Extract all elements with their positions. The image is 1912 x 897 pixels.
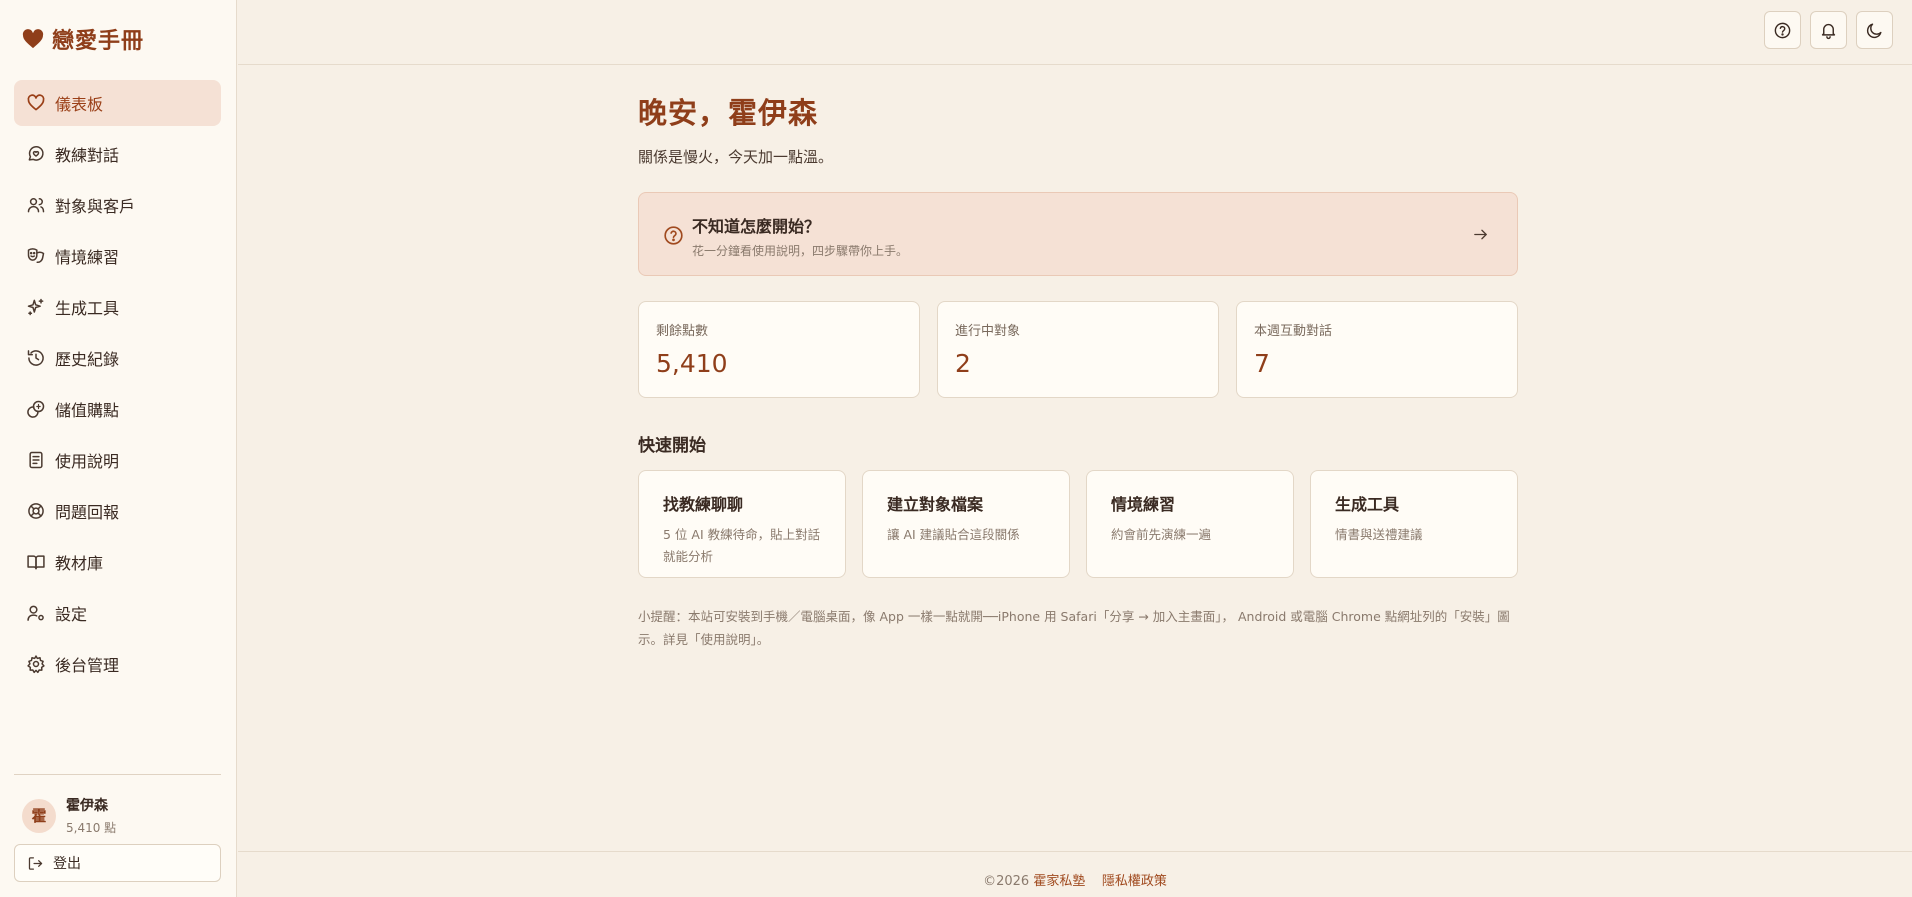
sidebar-item-label: 儀表板: [55, 95, 104, 114]
quick-card-scenario-practice[interactable]: 情境練習 約會前先演練一遍: [1086, 470, 1294, 578]
arrow-right-icon: [1474, 229, 1487, 240]
quick-start-title: 快速開始: [638, 436, 706, 456]
footer-divider: [238, 851, 1912, 852]
document-icon: [29, 451, 43, 469]
sidebar-item-label: 使用說明: [55, 452, 120, 471]
chat-heart-icon: [28, 146, 44, 161]
quick-card-title: 找教練聊聊: [663, 495, 744, 514]
gear-icon: [27, 655, 45, 674]
drama-masks-icon: [27, 248, 45, 264]
stat-card-weekly-chats: 本週互動對話 7: [1236, 301, 1518, 398]
sidebar-item-generator-tools[interactable]: 生成工具: [14, 284, 221, 330]
sidebar-item-label: 教材庫: [55, 554, 104, 573]
stats-row: 剩餘點數 5,410 進行中對象 2 本週互動對話 7: [638, 301, 1518, 398]
page-subtitle: 關係是慢火，今天加一點溫。: [638, 148, 834, 166]
sidebar-item-label: 設定: [55, 605, 88, 624]
avatar: 霍: [22, 798, 56, 833]
sidebar-item-label: 歷史紀錄: [55, 350, 120, 369]
footer-privacy-link[interactable]: 隱私權政策: [1102, 874, 1167, 889]
footer-school-link[interactable]: 霍家私塾: [1033, 874, 1085, 889]
stat-label: 剩餘點數: [656, 324, 709, 339]
topbar: [238, 0, 1912, 65]
help-button[interactable]: [1764, 11, 1801, 49]
quick-card-desc: 讓 AI 建議貼合這段關係: [887, 527, 1020, 542]
sidebar-nav: 儀表板 教練對話 對象與客戶 情境練習 生成工具 歷史紀錄 儲值購點 使用說明: [14, 80, 221, 692]
help-icon: [664, 226, 683, 245]
sidebar-item-scenario-practice[interactable]: 情境練習: [14, 233, 221, 279]
quick-card-desc: 約會前先演練一遍: [1111, 527, 1212, 542]
quick-card-desc: 5 位 AI 教練待命，貼上對話就能分析: [663, 527, 821, 564]
sidebar-item-settings[interactable]: 設定: [14, 590, 221, 636]
stat-label: 進行中對象: [955, 324, 1021, 339]
stat-value: 5,410: [656, 349, 728, 378]
sidebar-item-user-guide[interactable]: 使用說明: [14, 437, 221, 483]
users-icon: [27, 198, 45, 213]
sidebar-item-report-issue[interactable]: 問題回報: [14, 488, 221, 534]
book-icon: [27, 555, 45, 570]
sidebar-item-label: 問題回報: [55, 503, 120, 522]
user-settings-icon: [27, 605, 44, 621]
sidebar-item-history[interactable]: 歷史紀錄: [14, 335, 221, 381]
install-tip: 小提醒：本站可安裝到手機／電腦桌面，像 App 一樣一點就開──iPhone 用…: [638, 609, 1510, 647]
user-name: 霍伊森: [66, 798, 108, 814]
quick-card-coach-chat[interactable]: 找教練聊聊 5 位 AI 教練待命，貼上對話就能分析: [638, 470, 846, 578]
brand[interactable]: 戀愛手冊: [22, 26, 145, 54]
sidebar-item-label: 對象與客戶: [55, 197, 136, 216]
lifebuoy-icon: [28, 503, 44, 519]
main-content: 晚安，霍伊森 關係是慢火，今天加一點溫。 不知道怎麼開始？ 花一分鐘看使用說明，…: [638, 90, 1518, 651]
quick-card-desc: 情書與送禮建議: [1335, 527, 1423, 542]
sidebar-item-contacts[interactable]: 對象與客戶: [14, 182, 221, 228]
quick-card-title: 建立對象檔案: [887, 495, 984, 514]
sidebar-item-coach-chat[interactable]: 教練對話: [14, 131, 221, 177]
logout-icon: [28, 856, 43, 870]
bell-icon: [1821, 23, 1836, 39]
getting-started-title: 不知道怎麼開始？: [692, 217, 821, 236]
sidebar-divider: [14, 774, 221, 775]
stat-card-points: 剩餘點數 5,410: [638, 301, 920, 398]
user-profile[interactable]: 霍 霍伊森 5,410 點: [22, 795, 116, 836]
quick-card-title: 情境練習: [1111, 495, 1176, 514]
sidebar: 戀愛手冊 儀表板 教練對話 對象與客戶 情境練習 生成工具 歷史紀錄 儲值購點 …: [0, 0, 237, 897]
sidebar-item-library[interactable]: 教材庫: [14, 539, 221, 585]
quick-card-title: 生成工具: [1335, 495, 1400, 514]
sidebar-item-admin[interactable]: 後台管理: [14, 641, 221, 687]
quick-card-create-profile[interactable]: 建立對象檔案 讓 AI 建議貼合這段關係: [862, 470, 1070, 578]
coins-icon: [27, 400, 45, 418]
logout-label: 登出: [53, 856, 81, 872]
heart-icon: [22, 29, 44, 49]
sidebar-item-label: 生成工具: [55, 299, 120, 318]
stat-value: 2: [955, 349, 971, 378]
heart-icon: [27, 94, 45, 111]
stat-card-active-contacts: 進行中對象 2: [937, 301, 1219, 398]
getting-started-desc: 花一分鐘看使用說明，四步驟帶你上手。: [692, 244, 909, 258]
moon-icon: [1866, 22, 1882, 38]
sidebar-item-label: 教練對話: [55, 146, 120, 165]
history-icon: [27, 350, 44, 366]
sidebar-item-label: 情境練習: [55, 248, 120, 267]
sidebar-item-label: 後台管理: [55, 656, 120, 675]
sidebar-item-top-up[interactable]: 儲值購點: [14, 386, 221, 432]
sparkles-icon: [27, 298, 44, 316]
sidebar-item-label: 儲值購點: [55, 401, 120, 420]
quick-start-grid: 找教練聊聊 5 位 AI 教練待命，貼上對話就能分析 建立對象檔案 讓 AI 建…: [638, 470, 1518, 578]
brand-title: 戀愛手冊: [52, 28, 145, 54]
logout-button[interactable]: 登出: [14, 844, 221, 882]
stat-label: 本週互動對話: [1254, 324, 1333, 339]
theme-toggle-button[interactable]: [1856, 11, 1893, 49]
footer-copyright: ©2026: [983, 874, 1030, 889]
stat-value: 7: [1254, 349, 1270, 378]
page-title: 晚安，霍伊森: [638, 96, 819, 130]
sidebar-item-dashboard[interactable]: 儀表板: [14, 80, 221, 126]
getting-started-card[interactable]: 不知道怎麼開始？ 花一分鐘看使用說明，四步驟帶你上手。: [638, 192, 1518, 276]
notifications-button[interactable]: [1810, 11, 1847, 49]
footer: ©2026 霍家私塾 隱私權政策: [238, 870, 1912, 889]
quick-card-generator-tools[interactable]: 生成工具 情書與送禮建議: [1310, 470, 1518, 578]
user-points: 5,410 點: [66, 821, 117, 835]
help-icon: [1774, 22, 1791, 38]
